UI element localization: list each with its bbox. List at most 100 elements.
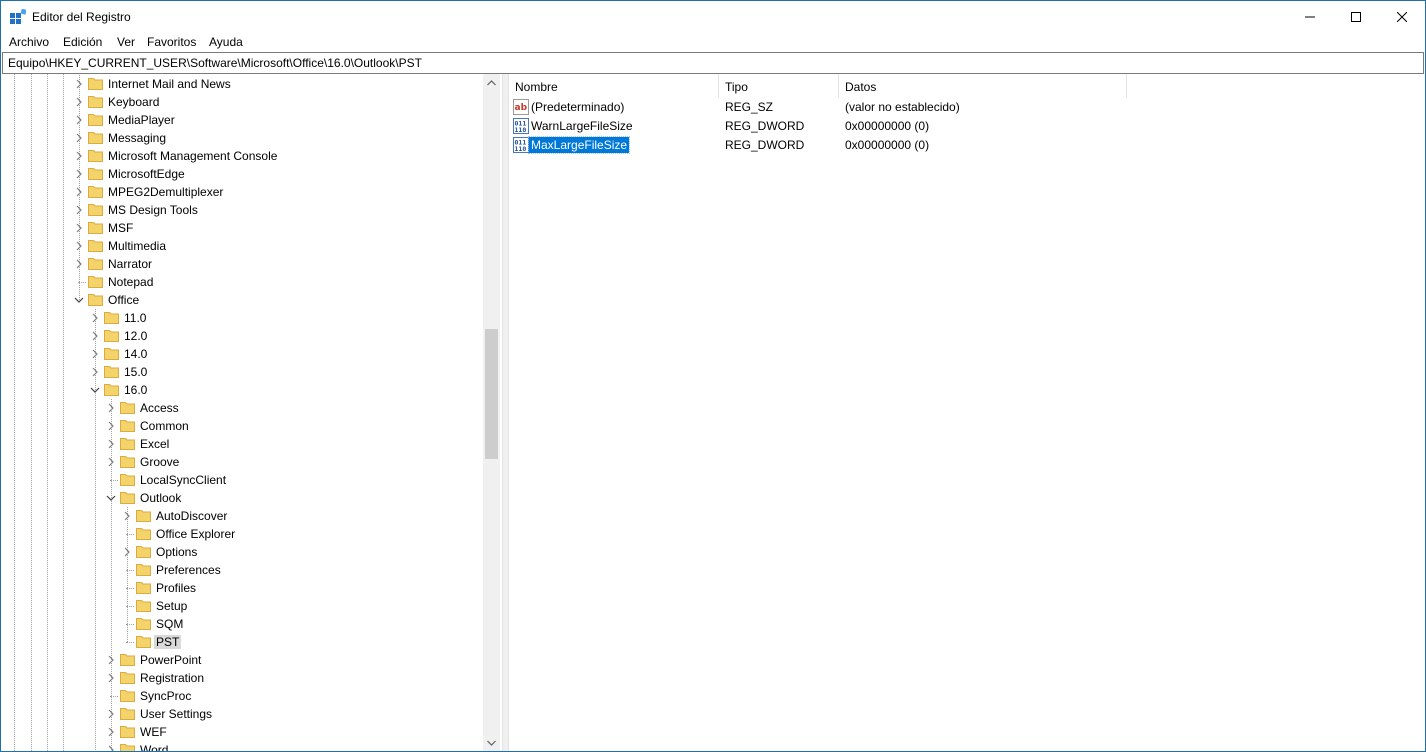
chevron-right-icon[interactable] — [74, 133, 84, 143]
scroll-thumb[interactable] — [485, 329, 498, 459]
chevron-down-icon[interactable] — [90, 385, 100, 395]
tree-item[interactable]: Preferences — [2, 561, 484, 579]
tree-item[interactable]: MSF — [2, 219, 484, 237]
chevron-right-icon[interactable] — [122, 547, 132, 557]
scroll-up-button[interactable] — [483, 74, 500, 91]
tree-scrollbar[interactable] — [483, 74, 500, 751]
folder-icon — [120, 492, 135, 504]
tree-item[interactable]: 15.0 — [2, 363, 484, 381]
chevron-right-icon[interactable] — [74, 205, 84, 215]
value-row[interactable]: ab (Predeterminado) REG_SZ (valor no establ… — [509, 98, 1425, 117]
tree-item[interactable]: Groove — [2, 453, 484, 471]
chevron-right-icon[interactable] — [106, 673, 116, 683]
menu-edicion[interactable]: Edición — [63, 35, 102, 49]
tree-item[interactable]: Common — [2, 417, 484, 435]
chevron-right-icon[interactable] — [90, 367, 100, 377]
scroll-down-button[interactable] — [483, 734, 500, 751]
maximize-button[interactable] — [1333, 1, 1379, 32]
pane-splitter[interactable] — [502, 74, 509, 751]
menu-archivo[interactable]: Archivo — [9, 35, 49, 49]
tree-item[interactable]: LocalSyncClient — [2, 471, 484, 489]
chevron-right-icon[interactable] — [106, 457, 116, 467]
tree-item[interactable]: Internet Mail and News — [2, 75, 484, 93]
tree-item[interactable]: User Settings — [2, 705, 484, 723]
chevron-down-icon[interactable] — [74, 295, 84, 305]
minimize-button[interactable] — [1287, 1, 1333, 32]
tree-item[interactable]: Microsoft Management Console — [2, 147, 484, 165]
chevron-right-icon[interactable] — [106, 655, 116, 665]
tree-item-label: WEF — [140, 725, 167, 739]
tree-item[interactable]: PowerPoint — [2, 651, 484, 669]
chevron-right-icon[interactable] — [74, 169, 84, 179]
column-header-name[interactable]: Nombre — [509, 74, 719, 98]
values-list[interactable]: Nombre Tipo Datos ab (Predeterminado) REG_… — [509, 74, 1425, 751]
folder-icon — [88, 168, 103, 180]
tree-item[interactable]: Outlook — [2, 489, 484, 507]
folder-icon — [136, 618, 151, 630]
key-tree[interactable]: Internet Mail and News Keyboard MediaPlaye… — [2, 74, 501, 751]
chevron-right-icon[interactable] — [74, 151, 84, 161]
folder-icon — [120, 672, 135, 684]
column-header-type[interactable]: Tipo — [719, 74, 839, 98]
tree-item[interactable]: Office — [2, 291, 484, 309]
tree-item[interactable]: Messaging — [2, 129, 484, 147]
tree-item[interactable]: MPEG2Demultiplexer — [2, 183, 484, 201]
chevron-right-icon[interactable] — [74, 223, 84, 233]
window-title: Editor del Registro — [32, 10, 131, 24]
tree-item[interactable]: SyncProc — [2, 687, 484, 705]
tree-item[interactable]: MS Design Tools — [2, 201, 484, 219]
tree-item[interactable]: Keyboard — [2, 93, 484, 111]
chevron-right-icon[interactable] — [90, 349, 100, 359]
tree-item[interactable]: Access — [2, 399, 484, 417]
tree-item[interactable]: 16.0 — [2, 381, 484, 399]
tree-item[interactable]: AutoDiscover — [2, 507, 484, 525]
address-path[interactable]: Equipo\HKEY_CURRENT_USER\Software\Micros… — [8, 56, 422, 70]
tree-item[interactable]: Registration — [2, 669, 484, 687]
chevron-right-icon[interactable] — [90, 331, 100, 341]
close-button[interactable] — [1379, 1, 1425, 32]
chevron-right-icon[interactable] — [74, 187, 84, 197]
tree-item[interactable]: Notepad — [2, 273, 484, 291]
tree-item[interactable]: Word — [2, 741, 484, 751]
chevron-down-icon[interactable] — [106, 493, 116, 503]
tree-item[interactable]: PST — [2, 633, 484, 651]
chevron-right-icon[interactable] — [106, 727, 116, 737]
chevron-right-icon[interactable] — [106, 421, 116, 431]
chevron-right-icon[interactable] — [74, 259, 84, 269]
folder-icon — [136, 582, 151, 594]
tree-item[interactable]: WEF — [2, 723, 484, 741]
folder-icon — [120, 690, 135, 702]
column-header-data[interactable]: Datos — [839, 74, 1127, 98]
value-row[interactable]: 011 110 WarnLargeFileSize REG_DWORD 0x000000… — [509, 117, 1425, 136]
tree-item[interactable]: Multimedia — [2, 237, 484, 255]
chevron-right-icon[interactable] — [106, 403, 116, 413]
chevron-right-icon[interactable] — [122, 511, 132, 521]
menu-favoritos[interactable]: Favoritos — [147, 35, 196, 49]
folder-icon — [120, 402, 135, 414]
tree-item[interactable]: 12.0 — [2, 327, 484, 345]
chevron-right-icon[interactable] — [106, 745, 116, 751]
tree-item[interactable]: Profiles — [2, 579, 484, 597]
chevron-right-icon[interactable] — [106, 439, 116, 449]
tree-item[interactable]: Excel — [2, 435, 484, 453]
chevron-right-icon[interactable] — [90, 313, 100, 323]
folder-icon — [104, 366, 119, 378]
tree-item[interactable]: SQM — [2, 615, 484, 633]
chevron-right-icon[interactable] — [106, 709, 116, 719]
menu-ver[interactable]: Ver — [117, 35, 135, 49]
value-row[interactable]: 011 110 MaxLargeFileSize REG_DWORD 0x0000000… — [509, 136, 1425, 155]
tree-item[interactable]: 11.0 — [2, 309, 484, 327]
tree-item[interactable]: MicrosoftEdge — [2, 165, 484, 183]
chevron-right-icon[interactable] — [74, 115, 84, 125]
chevron-right-icon[interactable] — [74, 97, 84, 107]
tree-item[interactable]: MediaPlayer — [2, 111, 484, 129]
tree-item[interactable]: Options — [2, 543, 484, 561]
tree-item[interactable]: Setup — [2, 597, 484, 615]
menu-ayuda[interactable]: Ayuda — [209, 35, 243, 49]
tree-item[interactable]: Office Explorer — [2, 525, 484, 543]
address-bar[interactable]: Equipo\HKEY_CURRENT_USER\Software\Micros… — [2, 52, 1424, 74]
chevron-right-icon[interactable] — [74, 79, 84, 89]
tree-item[interactable]: 14.0 — [2, 345, 484, 363]
chevron-right-icon[interactable] — [74, 241, 84, 251]
tree-item[interactable]: Narrator — [2, 255, 484, 273]
